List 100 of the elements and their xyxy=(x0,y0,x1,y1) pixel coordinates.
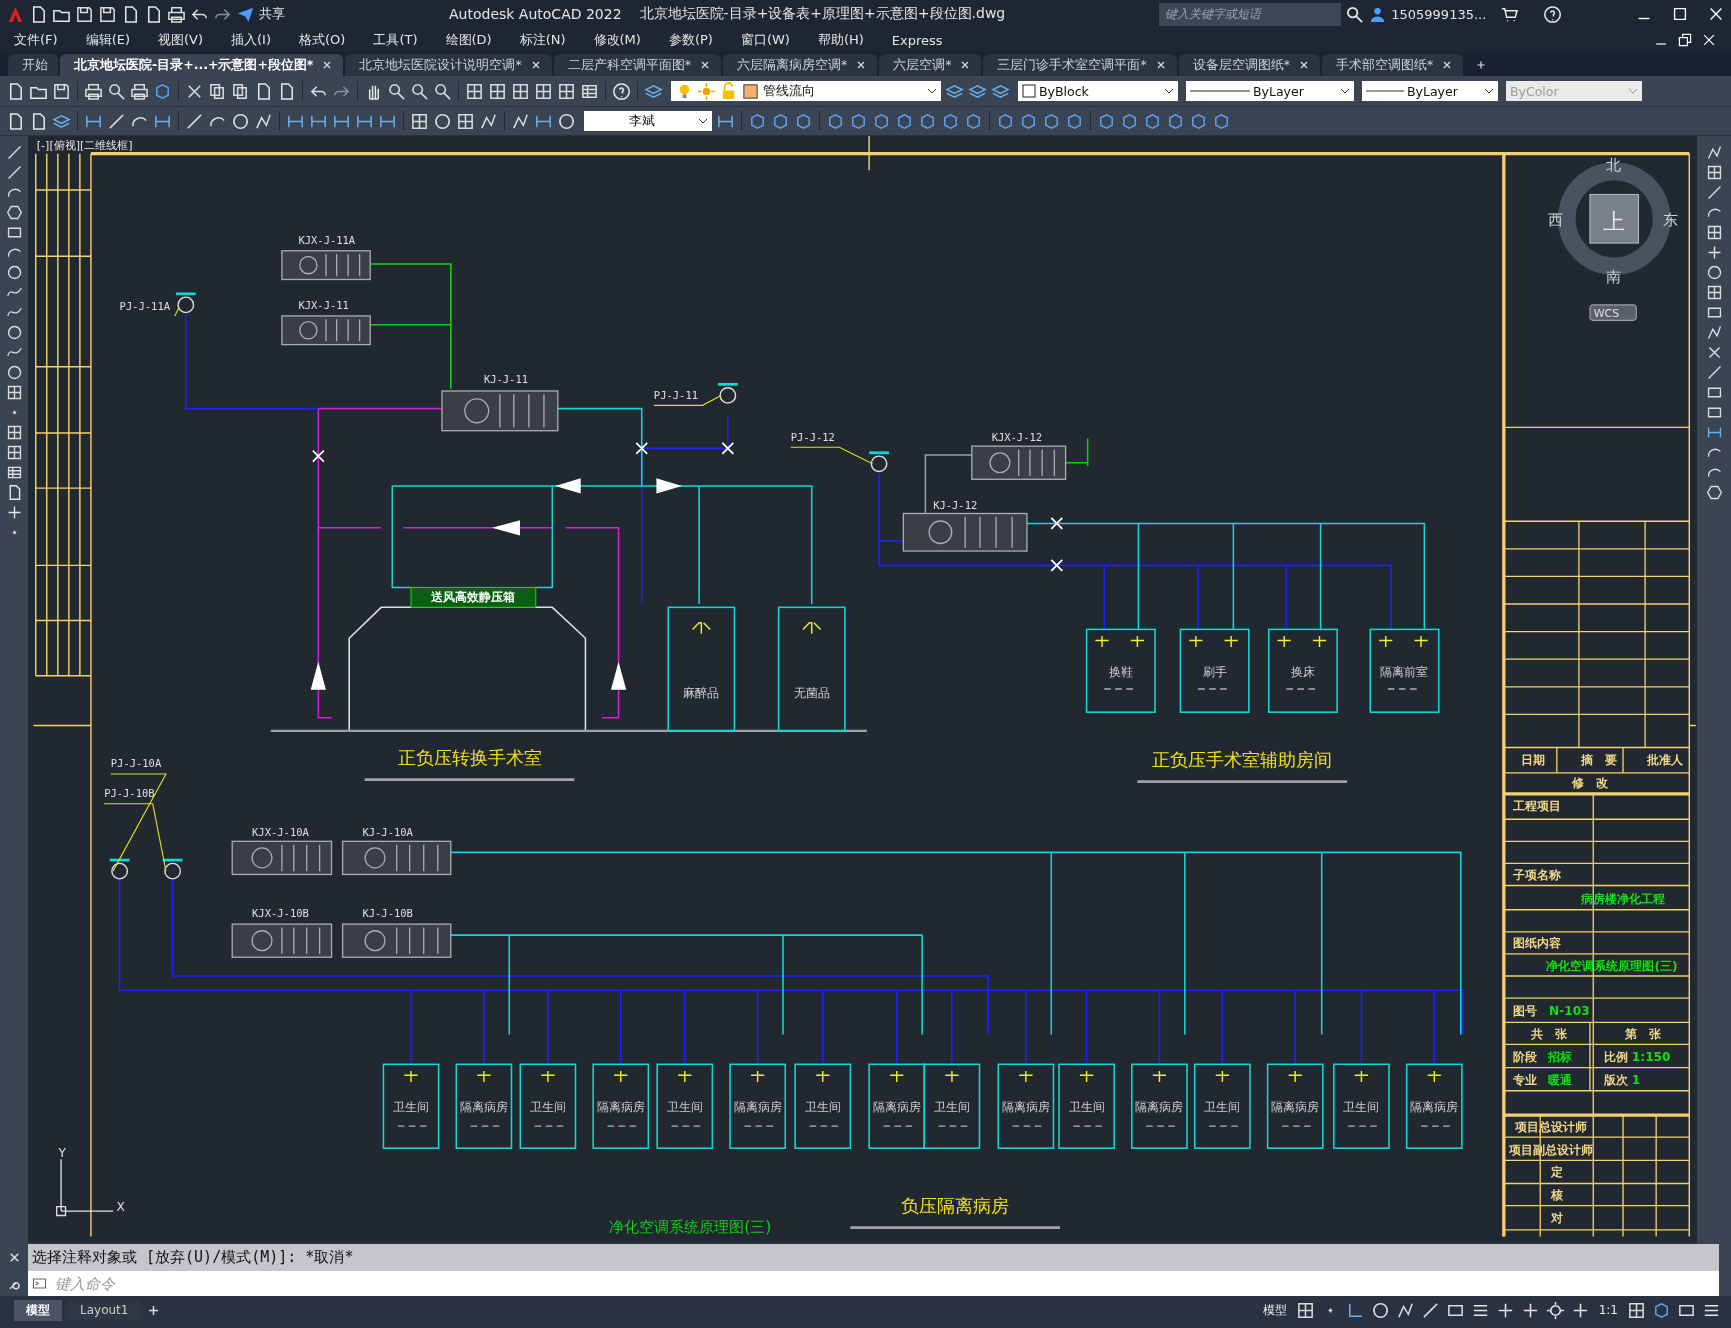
equipment-label: PJ-J-10B xyxy=(104,787,155,800)
color-dropdown[interactable]: ByBlock xyxy=(1018,81,1178,101)
file-tab[interactable]: 北京地坛医院设计说明空调* xyxy=(345,54,552,76)
grid-icon[interactable] xyxy=(1295,1300,1315,1320)
layer-dropdown[interactable]: 管线流向 xyxy=(671,81,941,101)
grid-icon[interactable] xyxy=(1705,284,1723,301)
grid-icon[interactable] xyxy=(1705,224,1723,241)
line-icon[interactable] xyxy=(107,111,126,131)
grid-icon[interactable] xyxy=(5,384,23,401)
menu-item[interactable]: 修改(M) xyxy=(593,31,641,49)
grid-icon[interactable] xyxy=(5,424,23,441)
copy-icon[interactable] xyxy=(231,81,250,101)
file-tab[interactable]: 北京地坛医院-目录+...+示意图+段位图* xyxy=(60,54,344,76)
add-tab-icon[interactable] xyxy=(1475,59,1488,71)
menu-item[interactable]: 格式(O) xyxy=(299,31,346,49)
title-block-text: 定 xyxy=(1550,1164,1563,1179)
share-button[interactable]: 共享 xyxy=(259,5,285,23)
menu-item[interactable]: 视图(V) xyxy=(158,31,204,49)
title-block-text: 招标 xyxy=(1548,1050,1572,1064)
printer-icon[interactable] xyxy=(167,4,186,24)
command-line-field[interactable]: 键入命令 xyxy=(28,1271,1719,1296)
diffuser-icon xyxy=(944,1070,960,1083)
compass-label[interactable]: 西 xyxy=(1548,211,1564,230)
menu-item[interactable]: 窗口(W) xyxy=(740,31,790,49)
grid-icon[interactable] xyxy=(1627,1300,1646,1320)
menu-item[interactable]: 插入(I) xyxy=(231,31,271,49)
lineweight-dropdown[interactable]: ByLayer xyxy=(1362,81,1498,101)
menu-item[interactable]: 编辑(E) xyxy=(85,31,130,49)
table-icon[interactable] xyxy=(5,464,23,481)
line-icon[interactable] xyxy=(185,111,204,131)
help-icon[interactable] xyxy=(1543,4,1563,24)
magnifier-icon[interactable] xyxy=(387,81,406,101)
menu-item[interactable]: 工具(T) xyxy=(373,31,418,49)
grid-icon[interactable] xyxy=(456,111,475,131)
viewport-label[interactable]: [-][俯视][二维线框] xyxy=(36,139,133,153)
file-tab[interactable]: 三层门诊手术室空调平面* xyxy=(983,54,1177,76)
dimension-style-dropdown[interactable]: 李斌 xyxy=(584,111,712,131)
equipment-label: PJ-J-10A xyxy=(110,757,162,770)
floppy-icon[interactable] xyxy=(98,4,117,24)
question-icon[interactable] xyxy=(612,81,631,101)
file-tab[interactable]: 六层空调* xyxy=(879,54,982,76)
menu-item[interactable]: 帮助(H) xyxy=(817,31,864,49)
file-tab[interactable]: 二层产科空调平面图* xyxy=(553,54,721,76)
hexagon-icon[interactable] xyxy=(1705,484,1723,501)
polyline-icon[interactable] xyxy=(1705,324,1723,341)
gear-icon[interactable] xyxy=(1545,1300,1565,1320)
grid-icon[interactable] xyxy=(488,81,507,101)
room-label: 刷手 xyxy=(1202,664,1227,679)
menu-item[interactable]: Express xyxy=(891,32,943,48)
compass-label[interactable]: 南 xyxy=(1605,267,1621,286)
grid-icon[interactable] xyxy=(410,111,429,131)
menu-item[interactable]: 标注(N) xyxy=(519,31,566,49)
restore-icon[interactable] xyxy=(1677,32,1693,48)
line-icon[interactable] xyxy=(1420,1300,1440,1320)
compass-label[interactable]: 北 xyxy=(1605,156,1621,175)
file-tab[interactable]: 六层隔离病房空调* xyxy=(722,54,878,76)
printer-icon[interactable] xyxy=(130,81,149,101)
menu-item[interactable]: 绘图(D) xyxy=(445,31,492,49)
menu-item[interactable]: 文件(F) xyxy=(14,31,58,49)
command-input[interactable]: 键入命令 xyxy=(53,1274,1719,1293)
color-swatch-icon xyxy=(1022,84,1036,98)
hexagon-icon[interactable] xyxy=(5,204,23,221)
line-sample-icon xyxy=(1366,89,1404,93)
dimension-icon[interactable] xyxy=(1705,424,1723,441)
layout-tab[interactable]: 模型 xyxy=(14,1299,62,1321)
magnifier-icon[interactable] xyxy=(107,81,126,101)
grid-icon[interactable] xyxy=(465,81,484,101)
grid-icon[interactable] xyxy=(1705,164,1723,181)
floppy-icon[interactable] xyxy=(75,4,94,24)
leader-line xyxy=(174,306,180,317)
prompt-icon[interactable] xyxy=(32,1276,47,1291)
grid-icon[interactable] xyxy=(5,444,23,461)
floppy-icon[interactable] xyxy=(52,81,71,101)
compass-label[interactable]: 东 xyxy=(1663,211,1678,230)
wcs-button[interactable]: WCS xyxy=(1589,304,1637,321)
user-name[interactable]: 1505999135... xyxy=(1391,6,1487,22)
app-name: Autodesk AutoCAD 2022 xyxy=(449,6,622,22)
layout-tab[interactable]: Layout1 xyxy=(68,1301,141,1319)
copy-icon[interactable] xyxy=(208,81,227,101)
room-label: 换床 xyxy=(1290,664,1315,679)
polyline-icon[interactable] xyxy=(1705,144,1723,161)
grid-icon[interactable] xyxy=(511,81,530,101)
search-icon[interactable] xyxy=(1345,4,1365,24)
magnifier-icon[interactable] xyxy=(433,81,452,101)
search-field[interactable]: 键入关键字或短语 xyxy=(1159,2,1342,26)
maximize-icon[interactable] xyxy=(1671,5,1689,23)
grid-icon[interactable] xyxy=(557,81,576,101)
grid-icon[interactable] xyxy=(534,81,553,101)
file-tab[interactable]: 设备层空调图纸* xyxy=(1178,54,1320,76)
printer-icon[interactable] xyxy=(84,81,103,101)
annotation-scale-button[interactable]: 1:1 xyxy=(1595,1303,1621,1317)
file-tab[interactable]: 开始 xyxy=(8,54,58,76)
room-label: 隔离病房 xyxy=(872,1099,921,1114)
menu-item[interactable]: 参数(P) xyxy=(668,31,713,49)
file-tab[interactable]: 手术部空调图纸* xyxy=(1321,54,1464,76)
linetype-dropdown[interactable]: ByLayer xyxy=(1186,81,1354,101)
close-icon[interactable] xyxy=(1701,32,1717,48)
title-block-text: 批准人 xyxy=(1647,753,1684,768)
magnifier-icon[interactable] xyxy=(410,81,429,101)
model-space-button[interactable]: 模型 xyxy=(1259,1301,1290,1319)
